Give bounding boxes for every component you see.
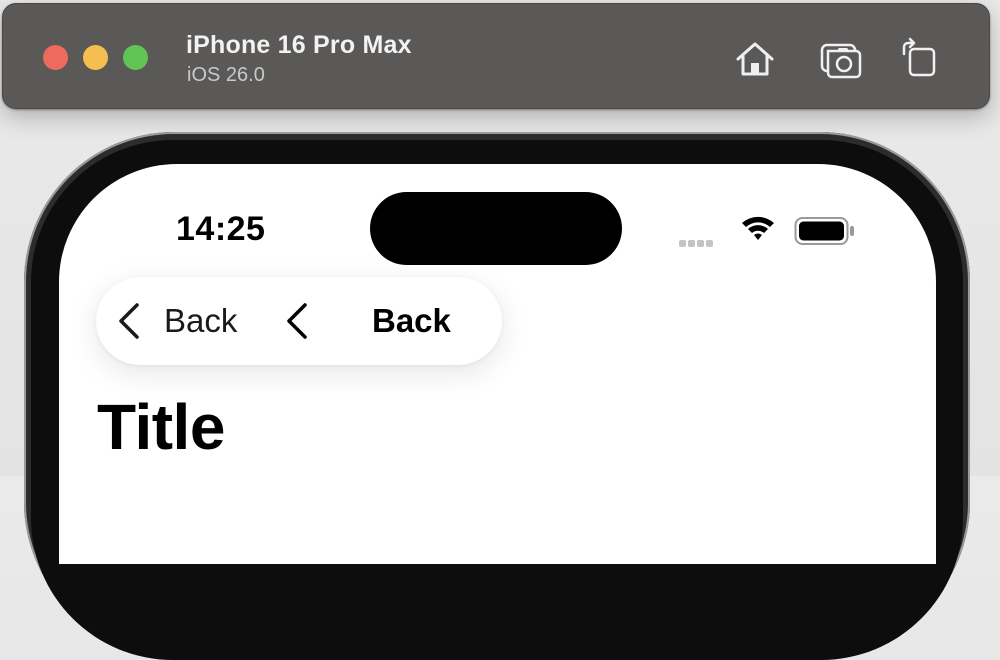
wifi-icon: [742, 216, 774, 240]
back-button-secondary-label: Back: [372, 302, 451, 339]
page-title: Title: [97, 391, 225, 463]
home-icon: [736, 42, 774, 76]
rotate-icon: [902, 37, 936, 77]
dynamic-island: [370, 192, 622, 265]
home-button[interactable]: [732, 36, 778, 82]
os-version: iOS 26.0: [187, 64, 265, 86]
minimize-window-button[interactable]: [83, 45, 108, 70]
device-screen: 14:25 Back Back Title: [59, 164, 936, 564]
simulator-title-bar: iPhone 16 Pro Max iOS 26.0: [2, 3, 990, 109]
navigation-back-bar: Back Back: [96, 277, 502, 365]
device-name: iPhone 16 Pro Max: [186, 31, 412, 59]
battery-icon: [794, 217, 854, 245]
cellular-signal-icon: [679, 234, 715, 252]
zoom-window-button[interactable]: [123, 45, 148, 70]
back-button-secondary[interactable]: Back: [284, 297, 451, 345]
status-bar-time: 14:25: [176, 210, 266, 248]
screenshot-button[interactable]: [818, 36, 864, 82]
rotate-button[interactable]: [896, 36, 942, 82]
camera-icon: [820, 43, 862, 79]
chevron-left-icon: [119, 303, 139, 339]
back-button-label: Back: [164, 302, 238, 339]
chevron-left-icon: [287, 303, 307, 339]
close-window-button[interactable]: [43, 45, 68, 70]
back-button[interactable]: Back: [116, 297, 237, 345]
